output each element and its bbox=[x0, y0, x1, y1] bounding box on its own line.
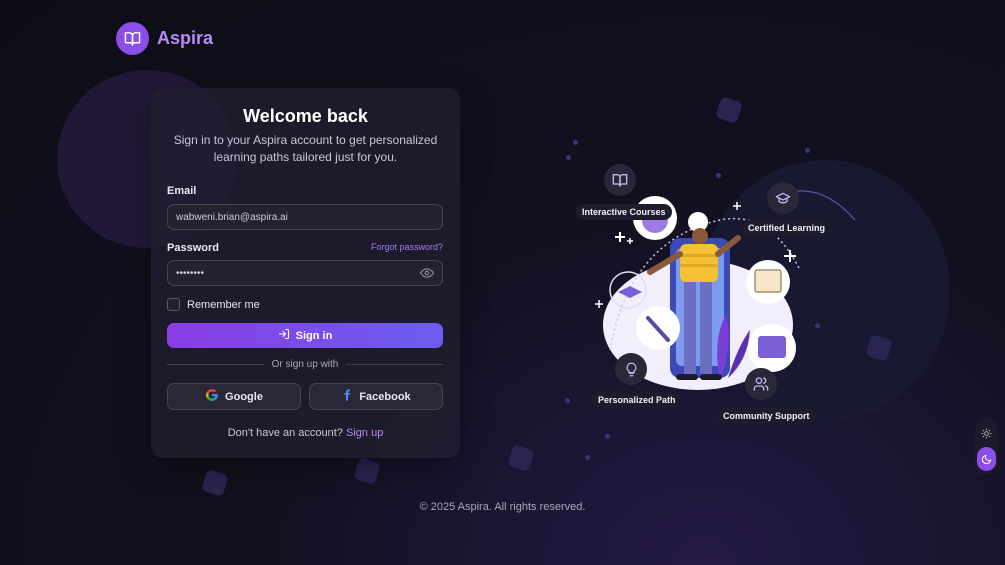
learning-illustration: Interactive Courses Certified Learning P… bbox=[570, 150, 870, 430]
users-icon bbox=[745, 368, 777, 400]
book-open-icon bbox=[604, 164, 636, 196]
feature-label: Interactive Courses bbox=[576, 204, 672, 220]
google-icon bbox=[205, 388, 219, 405]
decorative-tile bbox=[507, 444, 535, 472]
page-title: Welcome back bbox=[243, 106, 368, 126]
divider-line bbox=[167, 364, 264, 365]
no-account-text: Don't have an account? bbox=[227, 427, 343, 439]
facebook-label: Facebook bbox=[359, 390, 411, 403]
sign-up-prompt: Don't have an account? Sign up bbox=[151, 427, 460, 439]
google-button[interactable]: Google bbox=[167, 383, 301, 410]
remember-me-label: Remember me bbox=[187, 298, 260, 311]
decorative-tile bbox=[715, 96, 743, 124]
eye-icon[interactable] bbox=[419, 266, 436, 282]
forgot-password-link[interactable]: Forgot password? bbox=[371, 242, 443, 252]
sun-icon[interactable] bbox=[977, 421, 996, 445]
sign-up-divider: Or sign up with bbox=[167, 359, 444, 370]
page-subtitle: Sign in to your Aspira account to get pe… bbox=[173, 133, 438, 164]
feature-label: Certified Learning bbox=[742, 220, 832, 236]
password-label: Password bbox=[167, 242, 219, 254]
feature-label: Community Support bbox=[717, 408, 816, 424]
remember-me[interactable]: Remember me bbox=[167, 298, 260, 311]
moon-icon[interactable] bbox=[977, 447, 996, 471]
facebook-button[interactable]: Facebook bbox=[309, 383, 443, 410]
password-field[interactable] bbox=[167, 260, 443, 286]
footer-copyright: © 2025 Aspira. All rights reserved. bbox=[419, 501, 586, 513]
sign-in-label: Sign in bbox=[295, 329, 333, 342]
decorative-tile bbox=[201, 469, 229, 497]
decorative-dot bbox=[573, 140, 578, 145]
sign-in-button[interactable]: Sign in bbox=[167, 323, 443, 348]
theme-switcher bbox=[975, 418, 998, 475]
google-label: Google bbox=[225, 390, 263, 403]
email-label: Email bbox=[167, 185, 197, 197]
email-input[interactable] bbox=[176, 211, 434, 223]
login-card: Welcome back Sign in to your Aspira acco… bbox=[151, 88, 460, 458]
feature-label: Personalized Path bbox=[592, 392, 682, 408]
decorative-tile bbox=[353, 457, 381, 485]
sign-up-link[interactable]: Sign up bbox=[346, 427, 383, 439]
brand-name: Aspira bbox=[157, 28, 214, 48]
graduation-cap-icon bbox=[767, 182, 799, 214]
log-in-icon bbox=[278, 328, 290, 343]
divider-line bbox=[346, 364, 444, 365]
decorative-dot bbox=[605, 434, 610, 439]
book-open-icon bbox=[116, 22, 149, 55]
decorative-dot bbox=[585, 455, 590, 460]
divider-text: Or sign up with bbox=[271, 359, 339, 370]
email-field[interactable] bbox=[167, 204, 443, 230]
lightbulb-icon bbox=[615, 353, 647, 385]
password-input[interactable] bbox=[176, 267, 434, 279]
brand[interactable]: Aspira bbox=[116, 22, 213, 55]
remember-me-checkbox[interactable] bbox=[167, 298, 180, 311]
facebook-icon bbox=[341, 389, 353, 404]
